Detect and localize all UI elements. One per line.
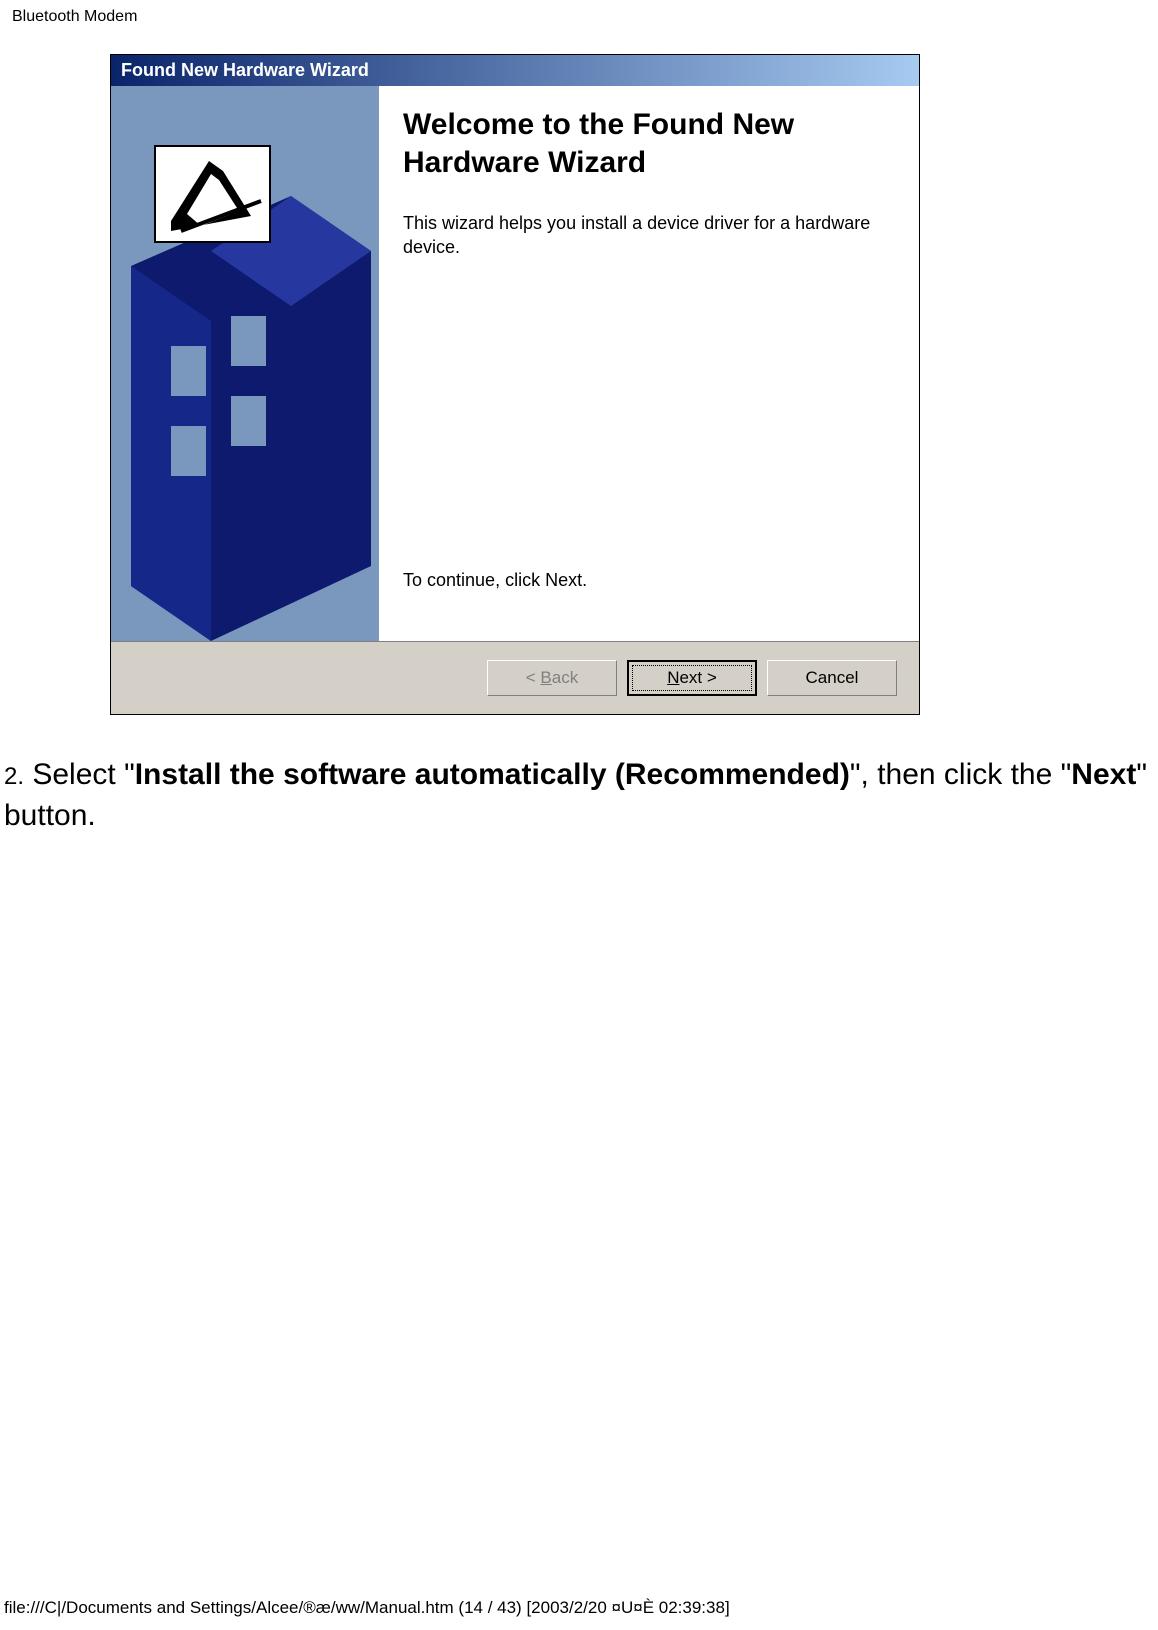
- cancel-button[interactable]: Cancel: [767, 660, 897, 696]
- step-number: 2.: [4, 763, 24, 790]
- instruction-step-2: 2. Select "Install the software automati…: [0, 755, 1158, 836]
- wizard-button-bar: < Back Next > Cancel: [111, 641, 919, 714]
- wizard-heading: Welcome to the Found New Hardware Wizard: [403, 106, 891, 181]
- wizard-continue-text: To continue, click Next.: [403, 570, 891, 621]
- wizard-description: This wizard helps you install a device d…: [403, 211, 891, 260]
- wizard-title-bar: Found New Hardware Wizard: [111, 55, 919, 86]
- next-button[interactable]: Next >: [627, 660, 757, 696]
- wizard-main-panel: Welcome to the Found New Hardware Wizard…: [379, 86, 919, 641]
- instruction-prefix: Select ": [24, 758, 135, 791]
- back-button: < Back: [487, 660, 617, 696]
- hardware-icon: [111, 86, 379, 641]
- page-header: Bluetooth Modem: [0, 0, 1158, 34]
- instruction-mid: ", then click the ": [850, 758, 1071, 791]
- instruction-bold-1: Install the software automatically (Reco…: [135, 758, 850, 791]
- wizard-body: Welcome to the Found New Hardware Wizard…: [111, 86, 919, 641]
- wizard-sidebar-image: [111, 86, 379, 641]
- wizard-window: Found New Hardware Wizard Welcome to: [110, 54, 920, 715]
- instruction-bold-2: Next: [1071, 758, 1136, 791]
- footer-file-path: file:///C|/Documents and Settings/Alcee/…: [4, 1598, 730, 1618]
